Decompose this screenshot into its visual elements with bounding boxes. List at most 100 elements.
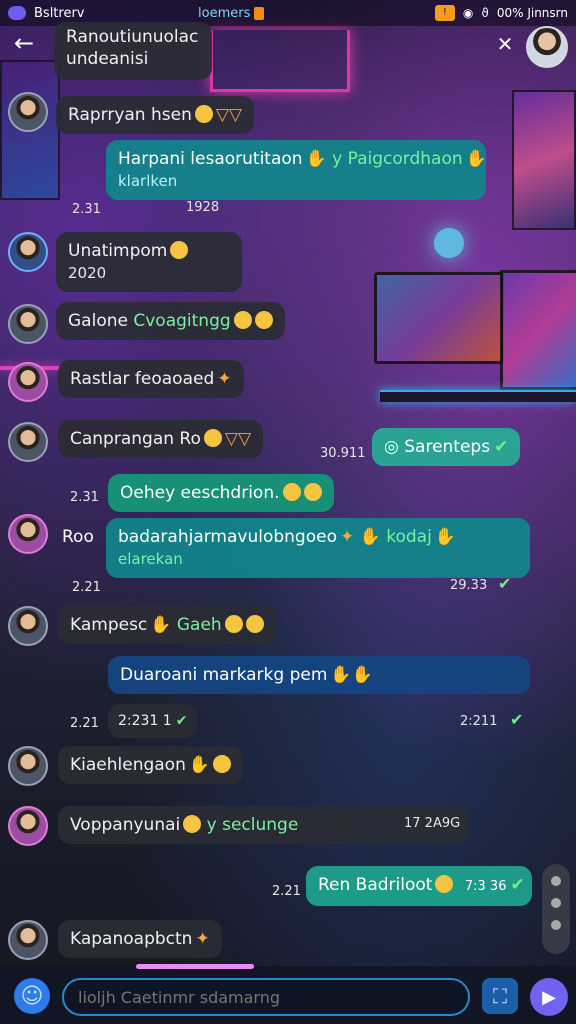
sender-avatar[interactable]	[8, 514, 48, 554]
message-bubble-outgoing[interactable]: Ren Badriloot 7:3 36 ✔	[306, 866, 532, 906]
emoji-icon: ✋	[465, 149, 487, 169]
contact-avatar[interactable]	[526, 26, 568, 68]
check-circle-icon: ◎	[384, 437, 399, 457]
emoji-icon: ✦ ✋	[339, 527, 381, 547]
message-text: badarahjarmavulobngoeo	[118, 527, 337, 547]
battery-text: 00% Jinnsrn	[496, 6, 568, 20]
emoji-icon	[233, 311, 252, 329]
message-subtext: 2020	[68, 264, 107, 282]
emoji-icon	[282, 483, 301, 501]
desk-lamp	[434, 228, 464, 258]
message-text: Canprangan Ro	[70, 429, 201, 449]
tool-dot-icon[interactable]	[551, 898, 561, 908]
message-time: 2.21	[72, 580, 101, 595]
message-bubble-incoming[interactable]: Kiaehlengaon ✋	[58, 746, 244, 784]
close-icon[interactable]: ✕	[494, 34, 516, 56]
message-text-highlight: Gaeh	[176, 615, 222, 635]
emoji-icon: ▽▽	[215, 105, 243, 125]
message-time: 1928	[186, 200, 220, 215]
sender-label: Roo	[62, 526, 94, 548]
neon-light-frame	[210, 30, 350, 92]
sender-avatar[interactable]	[8, 362, 48, 402]
status-center-text: loemers	[198, 5, 251, 21]
sender-avatar[interactable]	[8, 920, 48, 960]
read-check-icon: ✔	[494, 437, 509, 457]
message-text: Oehey eeschdrion.	[120, 483, 280, 503]
message-time: 2.21	[70, 716, 99, 731]
back-arrow-icon[interactable]: ←	[14, 31, 42, 56]
read-check-icon: ✔	[510, 875, 525, 895]
message-bubble-outgoing[interactable]: Harpani lesaorutitaon ✋ y Paigcordhaon ✋ k…	[106, 140, 487, 200]
emoji-icon: ✦	[195, 929, 210, 949]
emoji-icon: ✋	[150, 615, 172, 635]
gaming-monitor-left	[374, 272, 504, 364]
sender-avatar[interactable]	[8, 304, 48, 344]
tool-dot-icon[interactable]	[551, 920, 561, 930]
emoji-icon: ✋✋	[330, 665, 373, 685]
message-bubble-outgoing[interactable]: Duaroani markarkg pem ✋✋	[108, 656, 530, 694]
message-time: 2.31	[72, 202, 101, 217]
chat-title: Ranoutiunuolac undeanisi	[66, 27, 199, 69]
message-subtext: klarlken	[118, 172, 178, 190]
message-time: 7:3 36	[464, 879, 507, 894]
sender-avatar[interactable]	[8, 606, 48, 646]
attachment-icon[interactable]: ⛶	[482, 978, 518, 1014]
emoji-icon	[303, 483, 322, 501]
emoji-icon	[213, 755, 232, 773]
emoji-icon	[183, 815, 202, 833]
emoji-icon	[254, 311, 273, 329]
message-text: Roo	[62, 527, 94, 547]
sender-avatar[interactable]	[8, 806, 48, 846]
message-text: Unatimpom	[68, 241, 168, 261]
sender-avatar[interactable]	[8, 232, 48, 272]
emoji-icon: ▽▽	[224, 429, 252, 449]
message-bubble-incoming[interactable]: Kapanoapbctn ✦	[58, 920, 222, 958]
emoji-icon: ✋	[188, 755, 211, 775]
message-bubble-incoming[interactable]: Kampesc ✋ Gaeh	[58, 606, 276, 644]
emoji-icon	[245, 615, 264, 633]
sender-avatar[interactable]	[8, 746, 48, 786]
message-text: Rastlar feoaoaed	[70, 369, 215, 389]
message-time: 29.33	[450, 578, 488, 593]
message-bubble-outgoing[interactable]: badarahjarmavulobngoeo ✦ ✋ kodaj ✋ elareka…	[106, 518, 530, 578]
side-toolbar[interactable]	[542, 864, 570, 954]
tool-dot-icon[interactable]	[551, 876, 561, 886]
message-input[interactable]	[62, 978, 470, 1016]
message-bubble-incoming[interactable]: Rastlar feoaoaed ✦	[58, 360, 244, 398]
message-bubble-outgoing[interactable]: ◎ Sarenteps ✔	[372, 428, 521, 466]
emoji-icon	[224, 615, 243, 633]
gaming-desk	[380, 390, 576, 402]
send-icon[interactable]: ▶	[530, 978, 568, 1016]
sender-avatar[interactable]	[8, 422, 48, 462]
message-text: Ren Badriloot	[318, 875, 433, 895]
chat-title-bubble: Ranoutiunuolac undeanisi	[54, 22, 212, 80]
message-subtext: elarekan	[118, 550, 183, 568]
message-bubble-incoming[interactable]: 2:231 1 ✔	[108, 704, 198, 738]
wall-poster-right	[512, 90, 576, 230]
gaming-monitor-right	[500, 270, 576, 390]
emoji-icon	[203, 429, 222, 447]
message-text: Kampesc	[70, 615, 148, 635]
status-left-text: Bsltrerv	[34, 5, 85, 21]
app-indicator-icon	[8, 6, 26, 20]
message-text: Sarenteps	[404, 437, 491, 457]
emoji-icon: ✦	[217, 369, 232, 389]
message-bubble-incoming[interactable]: Unatimpom 2020	[56, 232, 242, 292]
message-time: 17 2A9G	[404, 816, 461, 831]
message-bubble-outgoing[interactable]: Oehey eeschdrion.	[108, 474, 334, 512]
message-text: 2:231 1	[118, 713, 172, 729]
read-check-icon: ✔	[510, 710, 524, 729]
message-text-highlight: y Paigcordhaon	[332, 149, 463, 169]
message-time: 30.911	[320, 446, 366, 461]
message-text-highlight: Cvoagitngg	[133, 311, 231, 331]
read-check-icon: ✔	[498, 574, 512, 593]
sender-avatar[interactable]	[8, 92, 48, 132]
message-bubble-incoming[interactable]: Raprryan hsen ▽▽	[56, 96, 255, 134]
message-bubble-incoming[interactable]: Galone Cvoagitngg	[56, 302, 285, 340]
message-text: Galone	[68, 311, 128, 331]
smiley-icon[interactable]: ☺	[14, 978, 50, 1014]
message-bubble-incoming[interactable]: Canprangan Ro ▽▽	[58, 420, 264, 458]
emoji-icon: ✋	[305, 149, 327, 169]
composer-handle[interactable]	[136, 964, 254, 969]
message-time: 2:211	[460, 714, 498, 729]
